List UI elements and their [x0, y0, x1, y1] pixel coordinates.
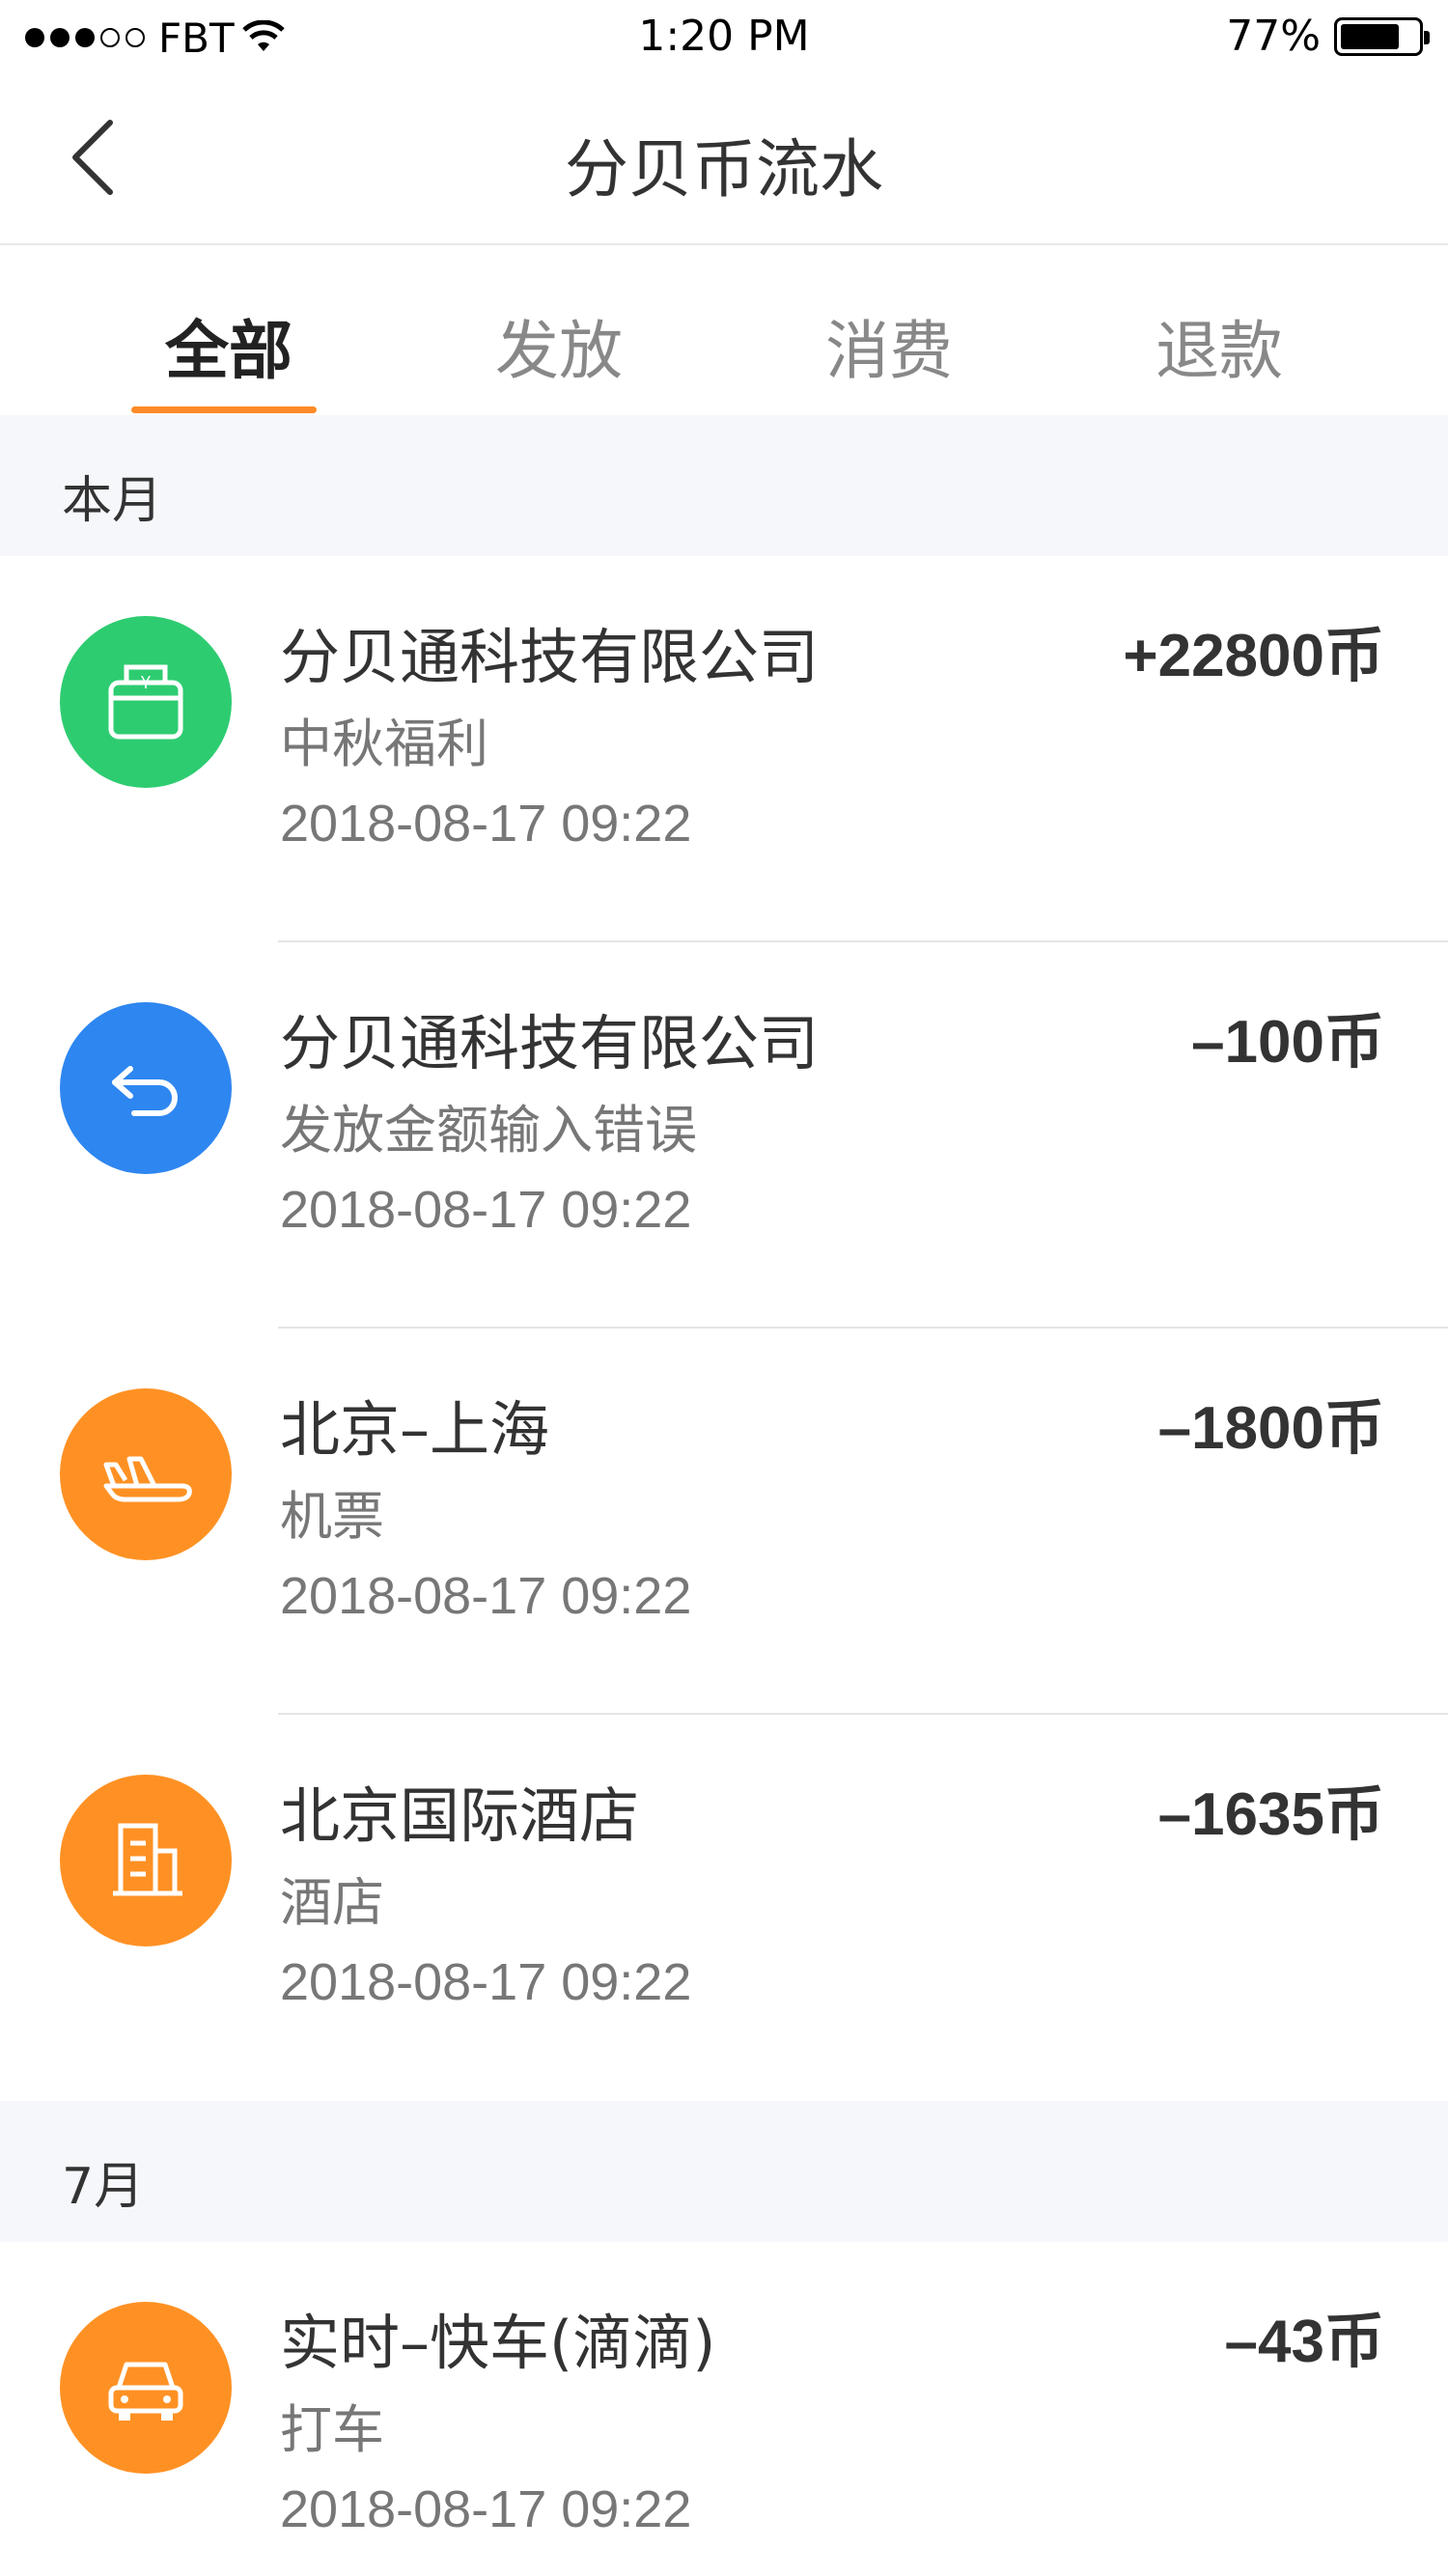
tab-consume-label: 消费 — [825, 314, 953, 388]
page-title: 分贝币流水 — [565, 132, 883, 207]
airplane-icon — [60, 1388, 232, 1560]
section-title: 本月 — [62, 472, 163, 530]
section-title: 7月 — [62, 2158, 145, 2216]
transaction-row[interactable]: 实时–快车(滴滴) 打车 2018-08-17 09:22 –43币 — [0, 2242, 1448, 2576]
section-header-july: 7月 — [0, 2101, 1448, 2242]
tab-refund-label: 退款 — [1156, 314, 1283, 388]
transaction-amount: –1635币 — [1157, 1781, 1384, 1848]
tab-refund[interactable]: 退款 — [1054, 247, 1384, 415]
transaction-time: 2018-08-17 09:22 — [280, 1953, 692, 2011]
transaction-time: 2018-08-17 09:22 — [280, 1181, 692, 1239]
tab-all-label: 全部 — [165, 314, 292, 388]
transaction-row[interactable]: 北京–上海 机票 2018-08-17 09:22 –1800币 — [0, 1329, 1448, 1715]
transaction-amount: –1800币 — [1157, 1395, 1384, 1462]
transaction-subtitle: 机票 — [280, 1486, 384, 1547]
tab-consume[interactable]: 消费 — [724, 247, 1054, 415]
return-arrow-icon — [60, 1002, 232, 1174]
transaction-title: 分贝通科技有限公司 — [280, 622, 820, 692]
tab-issue[interactable]: 发放 — [394, 247, 724, 415]
svg-text:¥: ¥ — [140, 673, 151, 693]
transaction-time: 2018-08-17 09:22 — [280, 795, 692, 853]
transaction-subtitle: 酒店 — [280, 1872, 384, 1933]
transaction-row[interactable]: 北京国际酒店 酒店 2018-08-17 09:22 –1635币 — [0, 1715, 1448, 2101]
transaction-amount: +22800币 — [1123, 623, 1384, 689]
transaction-time: 2018-08-17 09:22 — [280, 2480, 692, 2538]
filter-tabs: 全部 发放 消费 退款 — [0, 247, 1448, 415]
battery-status: 77% — [1226, 12, 1430, 61]
transaction-subtitle: 发放金额输入错误 — [280, 1100, 697, 1161]
transaction-row[interactable]: ¥ 分贝通科技有限公司 中秋福利 2018-08-17 09:22 +22800… — [0, 556, 1448, 942]
transaction-title: 北京–上海 — [280, 1394, 550, 1465]
transaction-amount: –100币 — [1191, 1009, 1384, 1076]
section-header-this-month: 本月 — [0, 415, 1448, 556]
transaction-row[interactable]: 分贝通科技有限公司 发放金额输入错误 2018-08-17 09:22 –100… — [0, 942, 1448, 1329]
car-icon — [60, 2302, 232, 2474]
battery-icon — [1334, 16, 1430, 56]
status-bar: FBT 1:20 PM 77% — [0, 0, 1448, 75]
active-tab-indicator — [131, 406, 317, 413]
transaction-title: 分贝通科技有限公司 — [280, 1008, 820, 1078]
tab-all[interactable]: 全部 — [64, 247, 394, 415]
battery-percent: 77% — [1226, 12, 1321, 61]
transaction-subtitle: 打车 — [280, 2399, 384, 2460]
wallet-yen-icon: ¥ — [60, 616, 232, 788]
hotel-building-icon — [60, 1775, 232, 1946]
transaction-title: 北京国际酒店 — [280, 1780, 640, 1851]
transaction-title: 实时–快车(滴滴) — [280, 2308, 716, 2378]
transaction-subtitle: 中秋福利 — [280, 714, 488, 774]
transaction-amount: –43币 — [1224, 2309, 1384, 2375]
transaction-time: 2018-08-17 09:22 — [280, 1567, 692, 1625]
navigation-bar: 分贝币流水 — [0, 75, 1448, 245]
tab-issue-label: 发放 — [495, 314, 623, 388]
